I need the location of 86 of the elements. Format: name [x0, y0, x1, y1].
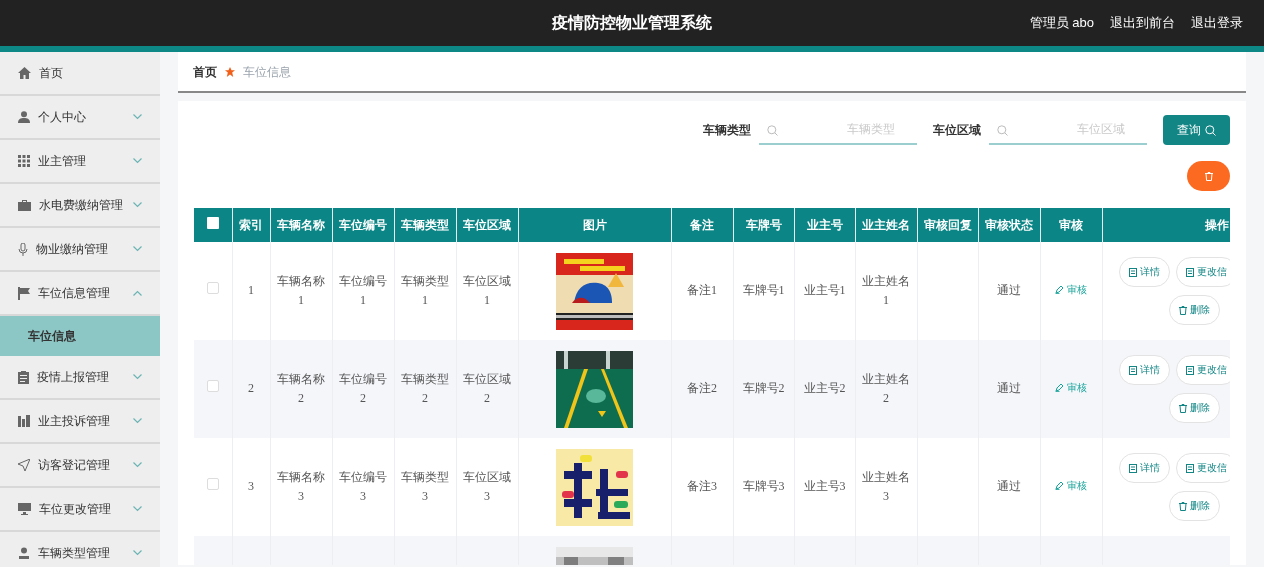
- action-button[interactable]: 更改信: [1175, 257, 1230, 287]
- column-header: 审核: [1040, 208, 1102, 242]
- delete-button[interactable]: [1187, 161, 1230, 191]
- column-header: 车位区域: [456, 208, 518, 242]
- breadcrumb-item[interactable]: 首页: [193, 62, 217, 81]
- row-checkbox[interactable]: [206, 478, 219, 491]
- action-button[interactable]: 删除: [1168, 491, 1220, 521]
- action-button[interactable]: 删除: [1168, 393, 1220, 423]
- sidebar-item[interactable]: 首页: [0, 52, 160, 96]
- star-icon: [225, 66, 235, 77]
- sidebar-item[interactable]: 业主管理: [0, 140, 160, 184]
- sidebar-item[interactable]: 车辆类型管理: [0, 532, 160, 567]
- column-header: 车牌号: [733, 208, 794, 242]
- sidebar-subitem[interactable]: 车位信息: [0, 316, 160, 356]
- document-icon: [1128, 365, 1137, 375]
- clipboard-icon: [18, 370, 29, 384]
- pencil-icon: [1055, 285, 1064, 295]
- user-label: 管理员 abo: [1029, 14, 1094, 33]
- sidebar-item[interactable]: 访客登记管理: [0, 444, 160, 488]
- query-button[interactable]: 查询: [1163, 115, 1230, 145]
- row-checkbox[interactable]: [206, 282, 219, 295]
- sidebar-item[interactable]: 车位更改管理: [0, 488, 160, 532]
- sidebar-item[interactable]: 疫情上报管理: [0, 356, 160, 400]
- column-header: 车辆类型: [394, 208, 456, 242]
- table-cell: 车辆类型2: [394, 340, 456, 438]
- trash-icon: [1178, 403, 1187, 413]
- sidebar-item[interactable]: 业主投诉管理: [0, 400, 160, 444]
- select-all-checkbox[interactable]: [206, 217, 219, 229]
- table-cell: 通过: [978, 340, 1040, 438]
- table-cell: 车辆名称2: [270, 340, 332, 438]
- column-header: 索引: [232, 208, 270, 242]
- action-button[interactable]: 详情: [1118, 355, 1170, 385]
- flag-icon: [18, 286, 30, 300]
- column-header: 审核回复: [917, 208, 978, 242]
- bar-chart-icon: [18, 415, 30, 427]
- table-cell: 业主姓名2: [855, 340, 917, 438]
- header-link[interactable]: 退出登录: [1191, 13, 1243, 33]
- table-cell: 车位区域2: [456, 340, 518, 438]
- column-header: 车辆名称: [270, 208, 332, 242]
- action-button[interactable]: 详情: [1118, 453, 1170, 483]
- column-header: 业主号: [794, 208, 855, 242]
- app-title: 疫情防控物业管理系统: [552, 13, 712, 33]
- sidebar-item[interactable]: 物业缴纳管理: [0, 228, 160, 272]
- column-header: 图片: [518, 208, 671, 242]
- user-icon: [18, 547, 30, 559]
- document-icon: [1185, 365, 1194, 375]
- table-cell: 业主号2: [794, 340, 855, 438]
- row-checkbox[interactable]: [206, 380, 219, 393]
- column-header: 业主姓名: [855, 208, 917, 242]
- column-header: 备注: [671, 208, 733, 242]
- action-button[interactable]: 删除: [1168, 295, 1220, 325]
- search-icon: [1205, 124, 1216, 136]
- action-button[interactable]: 更改信: [1175, 355, 1230, 385]
- table-cell: 备注2: [671, 340, 733, 438]
- column-header: 审核状态: [978, 208, 1040, 242]
- column-header: 操作: [1102, 208, 1230, 242]
- table-cell: 2: [232, 340, 270, 438]
- document-icon: [1128, 463, 1137, 473]
- pencil-icon: [1055, 481, 1064, 491]
- trash-icon: [1204, 171, 1213, 181]
- home-icon: [18, 67, 31, 79]
- table-cell: 车牌号2: [733, 340, 794, 438]
- user-icon: [18, 111, 30, 123]
- sidebar-item[interactable]: 水电费缴纳管理: [0, 184, 160, 228]
- briefcase-icon: [18, 199, 31, 211]
- column-header: 车位编号: [332, 208, 394, 242]
- breadcrumb-item: 车位信息: [243, 63, 291, 81]
- filter-label: 车位区域: [933, 122, 981, 139]
- send-icon: [18, 459, 30, 471]
- document-icon: [1128, 267, 1137, 277]
- grid-icon: [18, 155, 30, 167]
- microphone-icon: [18, 242, 28, 256]
- search-icon: [997, 125, 1008, 136]
- filter-label: 车辆类型: [703, 122, 751, 139]
- search-icon: [767, 125, 778, 136]
- document-icon: [1185, 267, 1194, 277]
- action-button[interactable]: 更改信: [1175, 453, 1230, 483]
- sidebar-item[interactable]: 个人中心: [0, 96, 160, 140]
- action-button[interactable]: 详情: [1118, 257, 1170, 287]
- trash-icon: [1178, 305, 1187, 315]
- header-link[interactable]: 退出到前台: [1110, 13, 1175, 33]
- monitor-icon: [18, 503, 31, 515]
- document-icon: [1185, 463, 1194, 473]
- trash-icon: [1178, 501, 1187, 511]
- pencil-icon: [1055, 383, 1064, 393]
- table-cell: 车位编号2: [332, 340, 394, 438]
